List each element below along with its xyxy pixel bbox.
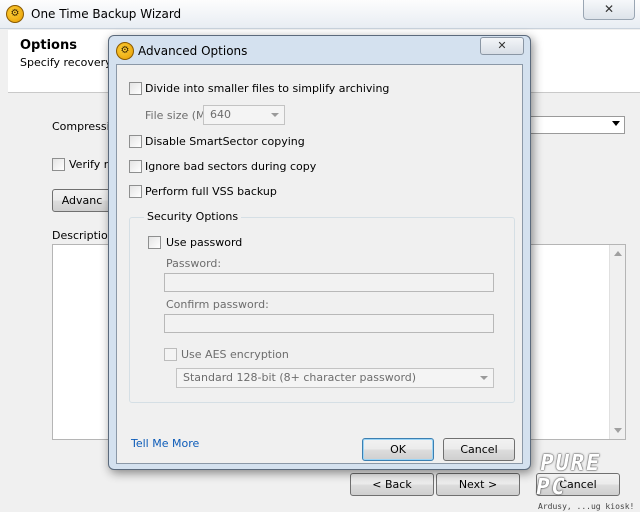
title-bar: ⚙ One Time Backup Wizard ✕ bbox=[0, 0, 640, 29]
chevron-down-icon bbox=[480, 376, 488, 380]
confirm-password-field[interactable] bbox=[164, 314, 494, 333]
dialog-title: Advanced Options bbox=[138, 44, 248, 58]
aes-strength-value: Standard 128-bit (8+ character password) bbox=[183, 371, 417, 384]
confirm-password-label: Confirm password: bbox=[166, 298, 269, 311]
disable-smartsector-label: Disable SmartSector copying bbox=[145, 135, 305, 148]
backup-gear-icon: ⚙ bbox=[116, 42, 134, 60]
verify-checkbox[interactable] bbox=[52, 158, 65, 171]
description-label: Description bbox=[52, 229, 115, 242]
use-password-label: Use password bbox=[166, 236, 243, 249]
aes-encryption-checkbox[interactable] bbox=[164, 348, 177, 361]
chevron-down-icon bbox=[271, 113, 279, 117]
watermark-text: PURE PC bbox=[533, 451, 604, 500]
password-label: Password: bbox=[166, 257, 222, 270]
watermark-caption: Ardusy, ...ug kiosk! bbox=[538, 502, 635, 511]
file-size-dropdown[interactable]: 640 bbox=[203, 105, 285, 125]
file-size-value: 640 bbox=[210, 108, 231, 121]
page-title: Options bbox=[20, 38, 77, 53]
back-button[interactable]: < Back bbox=[350, 473, 434, 496]
compression-dropdown[interactable] bbox=[528, 116, 625, 134]
watermark-logo: PURE PC Ardusy, ...ug kiosk! bbox=[534, 451, 640, 511]
dialog-cancel-button[interactable]: Cancel bbox=[443, 438, 515, 461]
description-scrollbar[interactable] bbox=[609, 245, 625, 439]
dialog-body: Divide into smaller files to simplify ar… bbox=[116, 64, 523, 464]
full-vss-checkbox[interactable] bbox=[129, 185, 142, 198]
next-button[interactable]: Next > bbox=[436, 473, 520, 496]
advanced-button[interactable]: Advanc bbox=[52, 189, 112, 212]
security-options-group: Security Options Use password Password: … bbox=[129, 210, 515, 403]
tell-me-more-link[interactable]: Tell Me More bbox=[131, 437, 199, 450]
security-options-legend: Security Options bbox=[144, 210, 242, 223]
page-subtitle: Specify recovery p bbox=[20, 56, 123, 69]
chevron-down-icon bbox=[612, 121, 620, 126]
disable-smartsector-checkbox[interactable] bbox=[129, 135, 142, 148]
backup-gear-icon: ⚙ bbox=[6, 5, 24, 23]
full-vss-label: Perform full VSS backup bbox=[145, 185, 277, 198]
use-password-checkbox[interactable] bbox=[148, 236, 161, 249]
window-title: One Time Backup Wizard bbox=[31, 7, 182, 21]
window-close-button[interactable]: ✕ bbox=[583, 0, 635, 20]
ignore-bad-sectors-label: Ignore bad sectors during copy bbox=[145, 160, 317, 173]
aes-strength-dropdown[interactable]: Standard 128-bit (8+ character password) bbox=[176, 368, 494, 388]
dialog-close-button[interactable]: ✕ bbox=[480, 37, 524, 55]
advanced-options-dialog: ⚙ Advanced Options ✕ Divide into smaller… bbox=[108, 35, 531, 470]
divide-files-label: Divide into smaller files to simplify ar… bbox=[145, 82, 390, 95]
scroll-down-icon[interactable] bbox=[614, 428, 622, 433]
scroll-up-icon[interactable] bbox=[614, 251, 622, 256]
compression-label: Compressio bbox=[52, 120, 117, 133]
ignore-bad-sectors-checkbox[interactable] bbox=[129, 160, 142, 173]
password-field[interactable] bbox=[164, 273, 494, 292]
ok-button[interactable]: OK bbox=[362, 438, 434, 461]
divide-files-checkbox[interactable] bbox=[129, 82, 142, 95]
aes-encryption-label: Use AES encryption bbox=[181, 348, 289, 361]
